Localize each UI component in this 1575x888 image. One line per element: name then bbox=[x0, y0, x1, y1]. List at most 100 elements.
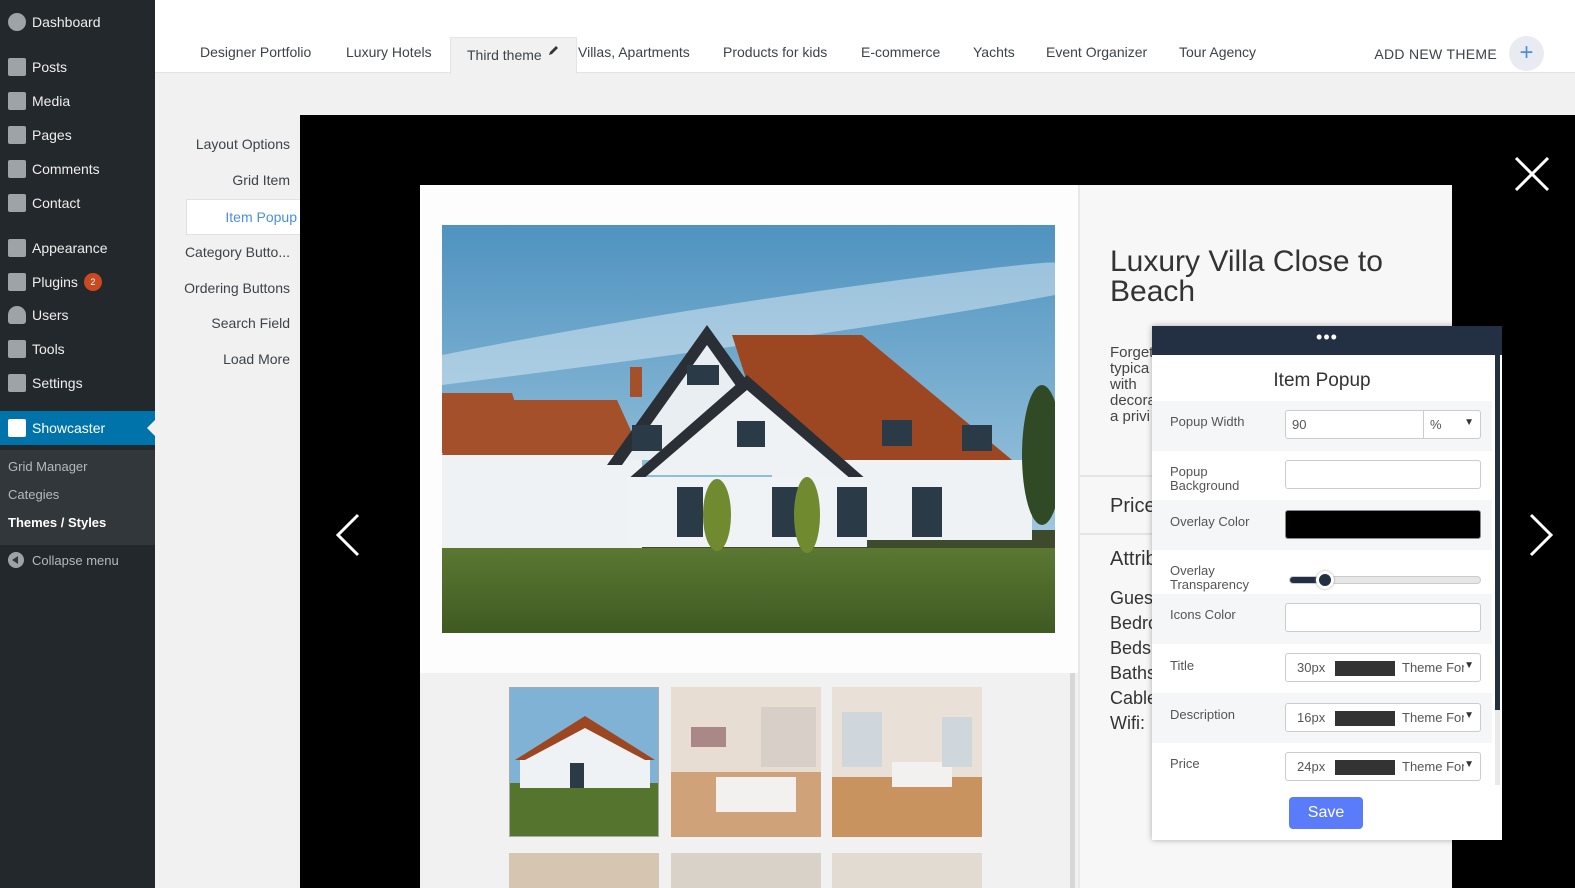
panel-title: Item Popup bbox=[1273, 370, 1371, 391]
description-font-size[interactable]: 16px bbox=[1297, 710, 1325, 725]
thumbnail-4[interactable] bbox=[509, 853, 659, 888]
menu-pages[interactable]: Pages bbox=[0, 118, 155, 152]
menu-contact[interactable]: Contact bbox=[0, 186, 155, 220]
thumbnail-2[interactable] bbox=[671, 687, 821, 837]
settings-layout-options[interactable]: Layout Options bbox=[196, 136, 290, 152]
tab-designer-portfolio[interactable]: Designer Portfolio bbox=[200, 44, 311, 60]
menu-appearance[interactable]: Appearance bbox=[0, 231, 155, 265]
menu-showcaster-label: Showcaster bbox=[32, 420, 106, 436]
settings-item-popup[interactable]: Item Popup bbox=[186, 199, 302, 235]
add-new-theme-link[interactable]: ADD NEW THEME bbox=[1374, 46, 1497, 62]
tab-third-theme[interactable]: Third theme bbox=[450, 37, 577, 74]
menu-tools[interactable]: Tools bbox=[0, 332, 155, 366]
title-font-family-select[interactable]: Theme Font bbox=[1402, 660, 1464, 675]
description-font-settings[interactable]: 16px Theme Font ▼ bbox=[1285, 703, 1481, 732]
menu-media[interactable]: Media bbox=[0, 84, 155, 118]
icons-color-picker[interactable] bbox=[1285, 603, 1481, 632]
attribute-row: Wifi: bbox=[1110, 713, 1145, 733]
overlay-transparency-slider[interactable] bbox=[1289, 571, 1481, 589]
plugins-update-badge: 2 bbox=[83, 273, 102, 291]
panel-drag-handle[interactable]: ••• bbox=[1152, 326, 1502, 355]
panel-scrollbar[interactable] bbox=[1495, 355, 1500, 785]
settings-search-field[interactable]: Search Field bbox=[211, 315, 290, 331]
menu-plugins[interactable]: Plugins 2 bbox=[0, 265, 155, 299]
property-title: Luxury Villa Close to Beach bbox=[1110, 245, 1383, 308]
thumbnail-1[interactable] bbox=[509, 687, 659, 837]
menu-dashboard[interactable]: Dashboard bbox=[0, 5, 155, 39]
wp-admin-sidebar: Dashboard Posts Media Pages Comments Con… bbox=[0, 0, 155, 888]
menu-contact-label: Contact bbox=[32, 195, 81, 211]
menu-showcaster[interactable]: Showcaster bbox=[0, 411, 155, 445]
menu-settings[interactable]: Settings bbox=[0, 366, 155, 400]
attribute-row: Guest bbox=[1110, 588, 1155, 608]
popup-width-value: 90 bbox=[1292, 417, 1307, 432]
px-unit: px bbox=[1311, 759, 1326, 774]
submenu-themes-styles[interactable]: Themes / Styles bbox=[8, 515, 106, 530]
price-font-settings[interactable]: 24px Theme Font ▼ bbox=[1285, 752, 1481, 781]
price-label: Price bbox=[1110, 495, 1156, 517]
popup-width-input[interactable]: 90 % ▼ bbox=[1285, 410, 1481, 439]
title-color-swatch[interactable] bbox=[1335, 661, 1395, 676]
menu-tools-label: Tools bbox=[32, 341, 65, 357]
panel-scrollbar-thumb[interactable] bbox=[1495, 355, 1500, 710]
thumbnail-3[interactable] bbox=[832, 687, 982, 837]
collapse-menu[interactable]: Collapse menu bbox=[8, 552, 119, 568]
attribute-row: Cable bbox=[1110, 688, 1155, 708]
thumb-villa-photo bbox=[510, 688, 658, 836]
attribute-row: Bedro bbox=[1110, 613, 1155, 633]
tab-villas-apartments[interactable]: Villas, Apartments bbox=[578, 44, 690, 60]
title-font-row: Title 30px Theme Font ▼ bbox=[1152, 644, 1492, 694]
gallery-scrollbar[interactable] bbox=[1070, 673, 1075, 888]
add-theme-plus-button[interactable]: + bbox=[1509, 36, 1544, 71]
tab-e-commerce[interactable]: E-commerce bbox=[861, 44, 940, 60]
pencil-icon[interactable] bbox=[548, 44, 560, 56]
slider-handle[interactable] bbox=[1316, 571, 1334, 589]
settings-grid-item[interactable]: Grid Item bbox=[232, 172, 290, 188]
thumbnail-5[interactable] bbox=[671, 853, 821, 888]
thumb-room-photo bbox=[832, 687, 982, 837]
price-font-family-select[interactable]: Theme Font bbox=[1402, 759, 1464, 774]
tab-tour-agency[interactable]: Tour Agency bbox=[1179, 44, 1256, 60]
menu-comments[interactable]: Comments bbox=[0, 152, 155, 186]
menu-posts[interactable]: Posts bbox=[0, 50, 155, 84]
submenu-grid-manager[interactable]: Grid Manager bbox=[8, 459, 87, 474]
save-button[interactable]: Save bbox=[1289, 797, 1363, 829]
title-font-settings[interactable]: 30px Theme Font ▼ bbox=[1285, 653, 1481, 682]
tab-event-organizer[interactable]: Event Organizer bbox=[1046, 44, 1147, 60]
description-color-swatch[interactable] bbox=[1335, 711, 1395, 726]
price-font-size[interactable]: 24px bbox=[1297, 759, 1325, 774]
icons-color-row: Icons Color bbox=[1152, 594, 1492, 644]
attribute-row: Baths bbox=[1110, 663, 1155, 683]
chevron-down-icon: ▼ bbox=[1464, 710, 1474, 721]
overlay-color-picker[interactable] bbox=[1285, 510, 1481, 539]
thumbnail-6[interactable] bbox=[832, 853, 982, 888]
settings-category-buttons[interactable]: Category Butto... bbox=[185, 244, 290, 260]
price-color-swatch[interactable] bbox=[1335, 760, 1395, 775]
popup-width-unit-select[interactable]: % bbox=[1430, 417, 1442, 432]
menu-comments-label: Comments bbox=[32, 161, 100, 177]
menu-users[interactable]: Users bbox=[0, 298, 155, 332]
next-arrow-icon[interactable] bbox=[1528, 512, 1554, 558]
submenu-categories[interactable]: Categies bbox=[8, 487, 59, 502]
menu-posts-label: Posts bbox=[32, 59, 68, 75]
attributes-heading: Attrib bbox=[1110, 548, 1157, 570]
settings-ordering-buttons[interactable]: Ordering Buttons bbox=[184, 280, 290, 296]
menu-dashboard-label: Dashboard bbox=[32, 14, 101, 30]
popup-width-row: Popup Width 90 % ▼ bbox=[1152, 401, 1492, 451]
tab-yachts[interactable]: Yachts bbox=[973, 44, 1015, 60]
popup-background-color-picker[interactable] bbox=[1285, 460, 1481, 489]
settings-load-more[interactable]: Load More bbox=[223, 351, 290, 367]
px-unit: px bbox=[1311, 710, 1326, 725]
description-font-family-select[interactable]: Theme Font bbox=[1402, 710, 1464, 725]
user-icon bbox=[8, 306, 26, 324]
description-line: a privi bbox=[1110, 408, 1151, 425]
tab-luxury-hotels[interactable]: Luxury Hotels bbox=[346, 44, 432, 60]
showcaster-submenu: Grid Manager Categies Themes / Styles bbox=[0, 450, 155, 545]
close-icon[interactable] bbox=[1513, 155, 1551, 193]
title-font-size[interactable]: 30px bbox=[1297, 660, 1325, 675]
tab-products-for-kids[interactable]: Products for kids bbox=[723, 44, 827, 60]
dashboard-icon bbox=[8, 13, 26, 31]
previous-arrow-icon[interactable] bbox=[335, 512, 361, 558]
overlay-color-label: Overlay Color bbox=[1170, 514, 1250, 529]
overlay-transparency-label: Overlay Transparency bbox=[1170, 563, 1249, 592]
